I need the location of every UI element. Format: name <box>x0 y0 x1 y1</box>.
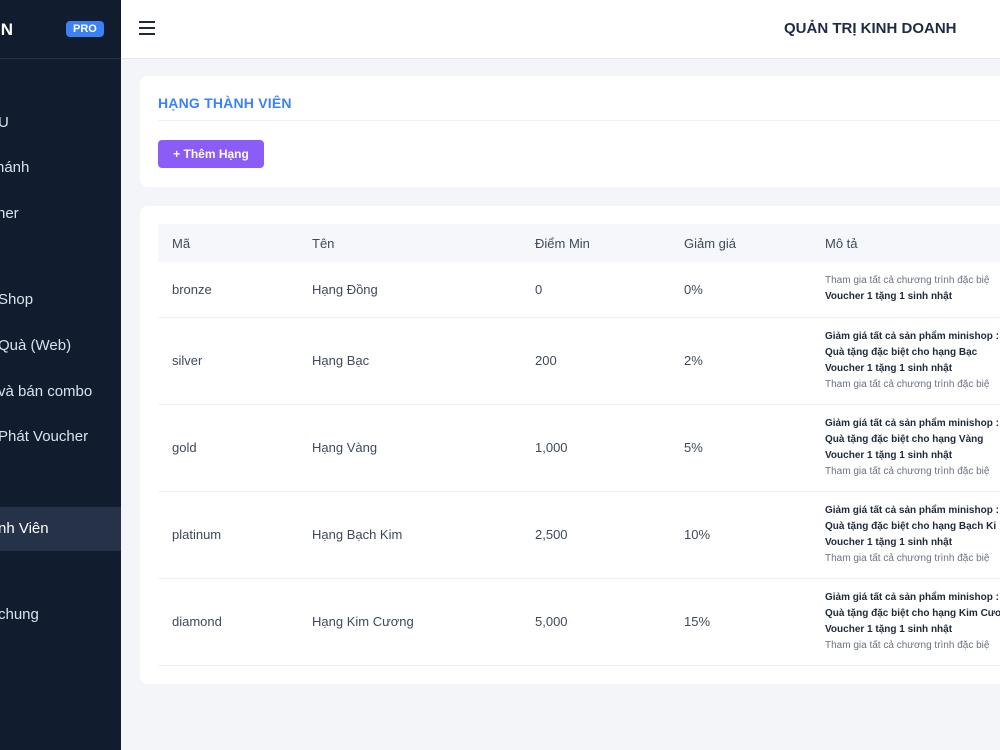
tier-code: diamond <box>158 578 298 666</box>
add-tier-button[interactable]: + Thêm Hạng <box>158 140 264 168</box>
tier-discount: 5% <box>670 404 811 492</box>
column-header-discount[interactable]: Giảm giá <box>670 224 811 262</box>
sidebar-item-label: Shop <box>0 291 34 308</box>
column-header-description[interactable]: Mô tả <box>811 224 1000 262</box>
pro-badge: PRO <box>66 21 104 37</box>
sidebar: IN PRO U hánh ner Shop Quà (Web) và bán … <box>0 0 121 750</box>
section-header-card: HẠNG THÀNH VIÊN + Thêm Hạng <box>140 76 1000 187</box>
description-line: Tham gia tất cả chương trình đặc biệ <box>825 465 990 477</box>
divider <box>158 120 1000 121</box>
tier-min-points: 2,500 <box>521 491 670 579</box>
tier-name: Hạng Kim Cương <box>298 578 521 666</box>
tier-name: Hạng Bạch Kim <box>298 491 521 579</box>
description-line: Tham gia tất cả chương trình đặc biệ <box>825 639 990 651</box>
tier-code: bronze <box>158 262 298 318</box>
table-row[interactable]: silver Hạng Bạc 200 2% Giảm giá tất cả sản p… <box>158 317 1000 405</box>
sidebar-item-member-tiers[interactable]: nh Viên <box>0 507 121 551</box>
description-line: Giảm giá tất cả sản phẩm minishop : <box>825 504 999 516</box>
tier-discount: 0% <box>670 262 811 318</box>
table-row[interactable]: diamond Hạng Kim Cương 5,000 15% Giảm giá tấ… <box>158 578 1000 666</box>
tier-description: Giảm giá tất cả sản phẩm minishop : Quà t… <box>811 317 1000 405</box>
description-line: Tham gia tất cả chương trình đặc biệ <box>825 378 990 390</box>
tier-code: platinum <box>158 491 298 579</box>
tier-code: gold <box>158 404 298 492</box>
column-header-min-points[interactable]: Điểm Min <box>521 224 670 262</box>
sidebar-item-label: hánh <box>0 159 30 176</box>
brand: IN PRO <box>0 0 121 59</box>
page-title: QUẢN TRỊ KINH DOANH <box>784 20 957 37</box>
sidebar-item-label: nh Viên <box>0 520 49 537</box>
sidebar-item-7[interactable]: Phát Voucher <box>0 415 121 459</box>
brand-name: IN <box>0 20 13 39</box>
description-line: Voucher 1 tặng 1 sinh nhật <box>825 623 953 635</box>
sidebar-item-label: Quà (Web) <box>0 337 72 354</box>
tier-min-points: 0 <box>521 262 670 318</box>
sidebar-item-2[interactable]: hánh <box>0 146 121 190</box>
table-row[interactable]: bronze Hạng Đồng 0 0% Tham gia tất cả chương… <box>158 262 1000 318</box>
tier-discount: 10% <box>670 491 811 579</box>
description-line: Voucher 1 tặng 1 sinh nhật <box>825 362 953 374</box>
description-line: Quà tặng đặc biệt cho hạng Vàng <box>825 433 984 445</box>
sidebar-item-1[interactable]: U <box>0 101 121 145</box>
description-line: Quà tặng đặc biệt cho hạng Bạc <box>825 346 978 358</box>
sidebar-item-3[interactable]: ner <box>0 192 121 236</box>
table-row[interactable]: gold Hạng Vàng 1,000 5% Giảm giá tất cả sản … <box>158 404 1000 492</box>
tier-description: Giảm giá tất cả sản phẩm minishop : Quà t… <box>811 578 1000 666</box>
tiers-table: Mã Tên Điểm Min Giảm giá Mô tả bronze Hạn… <box>158 224 1000 666</box>
column-header-name[interactable]: Tên <box>298 224 521 262</box>
tier-code: silver <box>158 317 298 405</box>
tier-discount: 2% <box>670 317 811 405</box>
description-line: Giảm giá tất cả sản phẩm minishop : <box>825 591 999 603</box>
tier-description: Giảm giá tất cả sản phẩm minishop : Quà t… <box>811 491 1000 579</box>
column-header-code[interactable]: Mã <box>158 224 298 262</box>
sidebar-item-label: chung <box>0 606 39 623</box>
sidebar-item-label: ner <box>0 205 19 222</box>
description-line: Tham gia tất cả chương trình đặc biệ <box>825 275 990 287</box>
description-line: Voucher 1 tặng 1 sinh nhật <box>825 291 953 303</box>
topbar: QUẢN TRỊ KINH DOANH <box>121 0 1000 59</box>
tier-description: Giảm giá tất cả sản phẩm minishop : Quà t… <box>811 404 1000 492</box>
description-line: Tham gia tất cả chương trình đặc biệ <box>825 552 990 564</box>
tier-name: Hạng Bạc <box>298 317 521 405</box>
tiers-table-card: Mã Tên Điểm Min Giảm giá Mô tả bronze Hạn… <box>140 206 1000 684</box>
tier-min-points: 200 <box>521 317 670 405</box>
description-line: Giảm giá tất cả sản phẩm minishop : <box>825 330 999 342</box>
menu-icon[interactable] <box>139 21 155 35</box>
description-line: Voucher 1 tặng 1 sinh nhật <box>825 536 953 548</box>
sidebar-item-9[interactable]: chung <box>0 593 121 637</box>
sidebar-item-label: và bán combo <box>0 383 93 400</box>
tier-min-points: 1,000 <box>521 404 670 492</box>
description-line: Quà tặng đặc biệt cho hạng Kim Cươ <box>825 607 1000 619</box>
tier-discount: 15% <box>670 578 811 666</box>
description-line: Quà tặng đặc biệt cho hạng Bạch Ki <box>825 520 997 532</box>
sidebar-item-label: Phát Voucher <box>0 428 89 445</box>
description-line: Voucher 1 tặng 1 sinh nhật <box>825 449 953 461</box>
description-line: Giảm giá tất cả sản phẩm minishop : <box>825 417 999 429</box>
table-header-row: Mã Tên Điểm Min Giảm giá Mô tả <box>158 224 1000 262</box>
sidebar-item-4[interactable]: Shop <box>0 278 121 322</box>
sidebar-item-label: U <box>0 114 9 131</box>
sidebar-item-6[interactable]: và bán combo <box>0 370 121 414</box>
section-title: HẠNG THÀNH VIÊN <box>158 95 292 111</box>
tier-min-points: 5,000 <box>521 578 670 666</box>
sidebar-item-5[interactable]: Quà (Web) <box>0 324 121 368</box>
tier-description: Tham gia tất cả chương trình đặc biệ Vouc… <box>811 262 1000 318</box>
table-row[interactable]: platinum Hạng Bạch Kim 2,500 10% Giảm giá tấ… <box>158 491 1000 579</box>
tier-name: Hạng Đồng <box>298 262 521 318</box>
tier-name: Hạng Vàng <box>298 404 521 492</box>
